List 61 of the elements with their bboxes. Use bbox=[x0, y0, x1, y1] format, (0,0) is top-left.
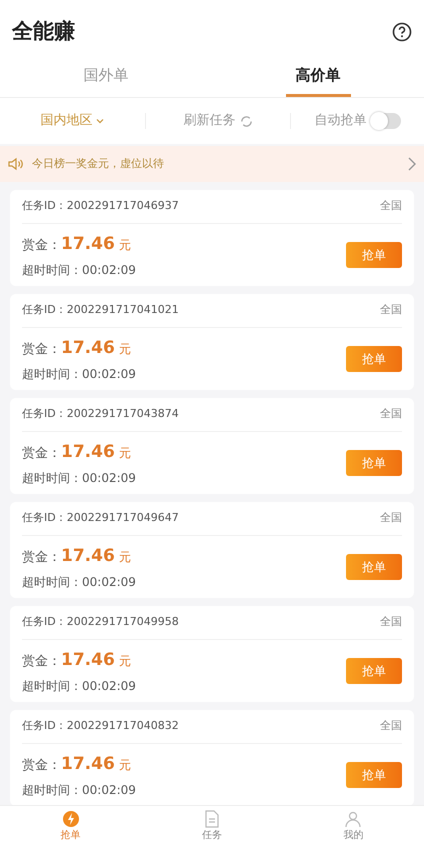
task-id: 任务ID：2002291717043874 bbox=[22, 406, 179, 422]
region-dropdown[interactable]: 国内地区 bbox=[0, 110, 145, 132]
grab-button[interactable]: 抢单 bbox=[346, 762, 402, 788]
grab-button[interactable]: 抢单 bbox=[346, 346, 402, 372]
notice-bar[interactable]: 今日榜一奖金元，虚位以待 bbox=[0, 146, 424, 182]
timeout-text: 超时时间：00:02:09 bbox=[22, 782, 136, 799]
notice-text: 今日榜一奖金元，虚位以待 bbox=[32, 156, 165, 172]
nav-item[interactable]: 抢单 bbox=[0, 806, 142, 847]
reward-amount: 17.46 bbox=[61, 648, 115, 672]
task-region: 全国 bbox=[380, 302, 402, 318]
refresh-icon bbox=[240, 114, 252, 128]
task-region: 全国 bbox=[380, 614, 402, 630]
reward-label: 赏金： bbox=[22, 652, 61, 670]
grab-button[interactable]: 抢单 bbox=[346, 450, 402, 476]
task-region: 全国 bbox=[380, 198, 402, 214]
timeout-text: 超时时间：00:02:09 bbox=[22, 678, 136, 695]
nav-item[interactable]: 任务 bbox=[141, 806, 283, 847]
speaker-icon bbox=[8, 157, 24, 171]
timeout-text: 超时时间：00:02:09 bbox=[22, 574, 136, 591]
task-id: 任务ID：2002291717049958 bbox=[22, 614, 179, 630]
tab[interactable]: 国外单 bbox=[0, 56, 212, 97]
person-icon bbox=[344, 810, 362, 828]
currency-unit: 元 bbox=[118, 756, 131, 774]
reward-label: 赏金： bbox=[22, 548, 61, 566]
task-id: 任务ID：2002291717041021 bbox=[22, 302, 179, 318]
currency-unit: 元 bbox=[118, 652, 131, 670]
reward-amount: 17.46 bbox=[61, 440, 115, 464]
auto-grab-label: 自动抢单 bbox=[314, 112, 367, 130]
help-icon[interactable] bbox=[392, 22, 412, 42]
task-region: 全国 bbox=[380, 510, 402, 526]
currency-unit: 元 bbox=[118, 236, 131, 254]
reward-label: 赏金： bbox=[22, 340, 61, 358]
reward-label: 赏金： bbox=[22, 756, 61, 774]
grab-button[interactable]: 抢单 bbox=[346, 554, 402, 580]
task-id: 任务ID：2002291717049647 bbox=[22, 510, 179, 526]
reward-label: 赏金： bbox=[22, 236, 61, 254]
grab-button[interactable]: 抢单 bbox=[346, 242, 402, 268]
reward-amount: 17.46 bbox=[61, 232, 115, 256]
task-region: 全国 bbox=[380, 406, 402, 422]
reward-label: 赏金： bbox=[22, 444, 61, 462]
currency-unit: 元 bbox=[118, 444, 131, 462]
currency-unit: 元 bbox=[118, 548, 131, 566]
reward-amount: 17.46 bbox=[61, 336, 115, 360]
currency-unit: 元 bbox=[118, 340, 131, 358]
nav-item[interactable]: 我的 bbox=[282, 806, 424, 847]
timeout-text: 超时时间：00:02:09 bbox=[22, 470, 136, 487]
reward-amount: 17.46 bbox=[61, 752, 115, 776]
refresh-button[interactable]: 刷新任务 bbox=[146, 110, 290, 132]
app-title: 全能赚 bbox=[12, 18, 75, 45]
chevron-down-icon bbox=[96, 118, 104, 124]
timeout-text: 超时时间：00:02:09 bbox=[22, 262, 136, 279]
task-id: 任务ID：2002291717040832 bbox=[22, 718, 179, 734]
grab-button[interactable]: 抢单 bbox=[346, 658, 402, 684]
timeout-text: 超时时间：00:02:09 bbox=[22, 366, 136, 383]
lightning-icon bbox=[62, 810, 80, 828]
reward-amount: 17.46 bbox=[61, 544, 115, 568]
task-id: 任务ID：2002291717046937 bbox=[22, 198, 179, 214]
document-icon bbox=[204, 810, 220, 828]
task-region: 全国 bbox=[380, 718, 402, 734]
chevron-right-icon bbox=[408, 157, 416, 171]
auto-grab-switch[interactable] bbox=[370, 113, 401, 129]
